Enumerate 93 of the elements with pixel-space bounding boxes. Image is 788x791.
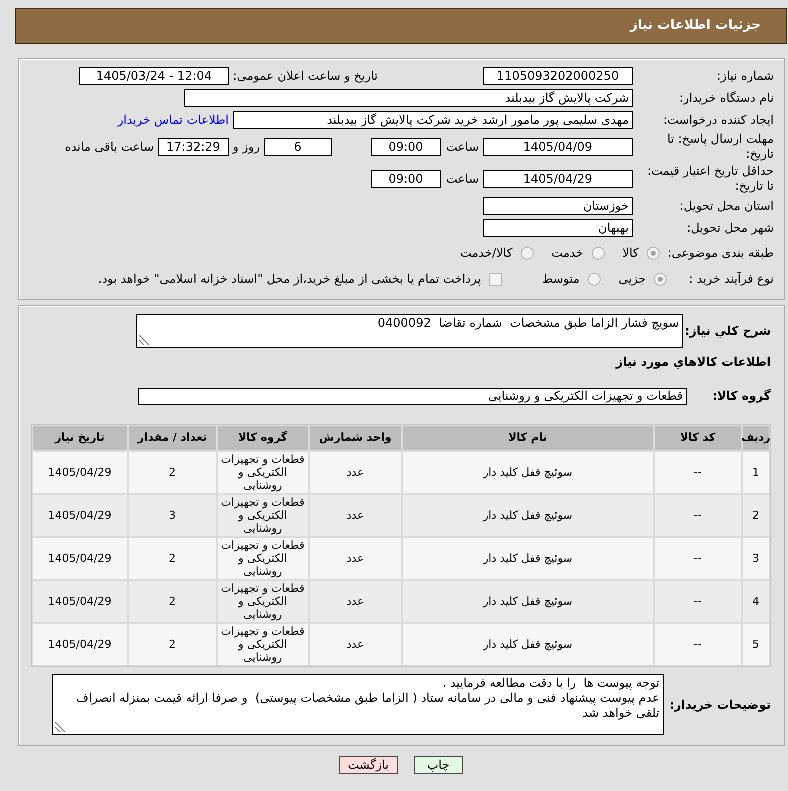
table-cell: 2 [129,452,216,493]
radio-label: جزیی [618,271,646,288]
days-field[interactable]: 6 [264,138,332,156]
table-cell: سوئیچ قفل کلید دار [403,495,653,536]
field-label: ایجاد کننده درخواست: [662,112,774,129]
field-label: توضیحات خریدار: [670,696,771,714]
table-cell: عدد [310,624,401,665]
field-label: ساعت باقی مانده [64,139,154,156]
field-label: ساعت [445,139,480,156]
buyer-notes-field[interactable]: توجه پیوست ها را با دقت مطالعه فرمایید . عدم پیوست پیشنهاد فنی و مالی در سامانه ستاد ( الزاما طبق مشخصات پیوستی) و صرفا ارائه قیمت بمنزله انصراف تلقی خواهد شد [52,674,664,735]
checkbox[interactable] [489,272,502,286]
section-title: اطلاعات كالاهاي مورد نياز [616,354,771,370]
field-label: نوع فرآیند خرید : [689,271,774,288]
column-header: واحد شمارش [310,426,401,450]
column-header: ردیف [743,426,769,450]
table-cell: 1405/04/29 [33,581,127,622]
deadline-date-field[interactable]: 1405/04/09 [483,138,633,156]
table-cell: 1405/04/29 [33,624,127,665]
table-cell: عدد [310,495,401,536]
table-cell: 1405/04/29 [33,452,127,493]
table-cell: 2 [129,581,216,622]
resize-grip-icon[interactable] [139,335,149,345]
buyer-org-field[interactable]: شرکت پالایش گاز بیدبلند [184,89,633,107]
radio-label: کالا [622,245,639,262]
field-label: شماره نیاز: [716,68,774,85]
goods-group-field[interactable]: قطعات و تجهیزات الکتریکی و روشنایی [138,388,687,404]
column-header: تاریخ نیاز [33,426,127,450]
radio-label: متوسط [542,271,580,288]
table-cell: 2 [129,538,216,579]
table-cell: 1 [743,452,769,493]
column-header: کد کالا [655,426,741,450]
table-cell: 3 [129,495,216,536]
table-cell: 2 [743,495,769,536]
field-label: شرح کلي نياز: [684,323,771,340]
table-cell: سوئیچ قفل کلید دار [403,452,653,493]
field-label: تاریخ و ساعت اعلان عمومی: [233,68,378,85]
column-header: نام کالا [403,426,653,450]
announcement-date-field[interactable]: 1405/03/24 - 12:04 [79,67,230,85]
table-cell: عدد [310,538,401,579]
table-cell: قطعات و تجهیزات الکتریکی و روشنایی [218,538,308,579]
resize-grip-icon[interactable] [54,722,65,732]
column-header: تعداد / مقدار [129,426,216,450]
table-cell: -- [655,581,741,622]
time-field[interactable]: 09:00 [371,170,441,188]
checkbox-label: پرداخت تمام یا بخشی از مبلغ خرید،از محل "اسناد خزانه اسلامی" خواهد بود. [98,271,482,288]
description-field[interactable]: سويچ فشار الزاما طبق مشخصات شماره تقاضا 0400092 [136,314,683,348]
city-field[interactable]: بهبهان [483,219,633,237]
radio-button[interactable] [592,246,605,260]
table-cell: سوئیچ قفل کلید دار [403,538,653,579]
table-cell: 4 [743,581,769,622]
field-label: شهر محل تحویل: [686,220,774,237]
table-cell: قطعات و تجهیزات الکتریکی و روشنایی [218,581,308,622]
field-label: ساعت [445,171,480,188]
field-label: طبقه بندی موضوعی: [668,245,774,262]
table-cell: 3 [743,538,769,579]
field-label: روز و [232,139,261,156]
table-cell: سوئیچ قفل کلید دار [403,624,653,665]
radio-button[interactable] [646,246,660,260]
field-label: مهلت ارسال پاسخ: تا تاریخ: [666,132,774,162]
table-cell: سوئیچ قفل کلید دار [403,581,653,622]
table-cell: عدد [310,452,401,493]
back-button[interactable]: بازگشت [339,756,398,774]
column-header: گروه کالا [218,426,308,450]
table-cell: -- [655,452,741,493]
table-cell: -- [655,538,741,579]
table-cell: 5 [743,624,769,665]
field-label: نام دستگاه خریدار: [678,90,774,107]
table-cell: -- [655,495,741,536]
requester-field[interactable]: مهدی سلیمی پور مامور ارشد خرید شرکت پالایش گاز بیدبلند [233,111,633,129]
radio-button[interactable] [588,272,601,286]
field-label: گروه كالا: [712,388,771,405]
table-cell: قطعات و تجهیزات الکتریکی و روشنایی [218,624,308,665]
remaining-time-field[interactable]: 17:32:29 [158,138,229,156]
radio-button[interactable] [520,246,534,260]
field-label: حداقل تاریخ اعتبار قیمت: تا تاریخ: [646,164,774,194]
radio-button[interactable] [654,272,668,286]
time-field[interactable]: 09:00 [371,138,441,156]
table-cell: 2 [129,624,216,665]
table-cell: عدد [310,581,401,622]
field-label: استان محل تحویل: [678,198,774,215]
print-button[interactable]: چاپ [414,756,463,774]
table-cell: قطعات و تجهیزات الکتریکی و روشنایی [218,452,308,493]
table-cell: -- [655,624,741,665]
radio-label: کالا/خدمت [460,245,513,262]
contact-info-link[interactable]: اطلاعات تماس خریدار [118,111,229,129]
table-cell: قطعات و تجهیزات الکتریکی و روشنایی [218,495,308,536]
table-cell: 1405/04/29 [33,495,127,536]
page-title: جزئیات اطلاعات نیاز [630,17,761,36]
validity-date-field[interactable]: 1405/04/29 [483,170,633,188]
province-field[interactable]: خوزستان [483,197,633,215]
need-number-field[interactable]: 1105093202000250 [483,67,633,85]
radio-label: خدمت [552,245,584,262]
table-cell: 1405/04/29 [33,538,127,579]
